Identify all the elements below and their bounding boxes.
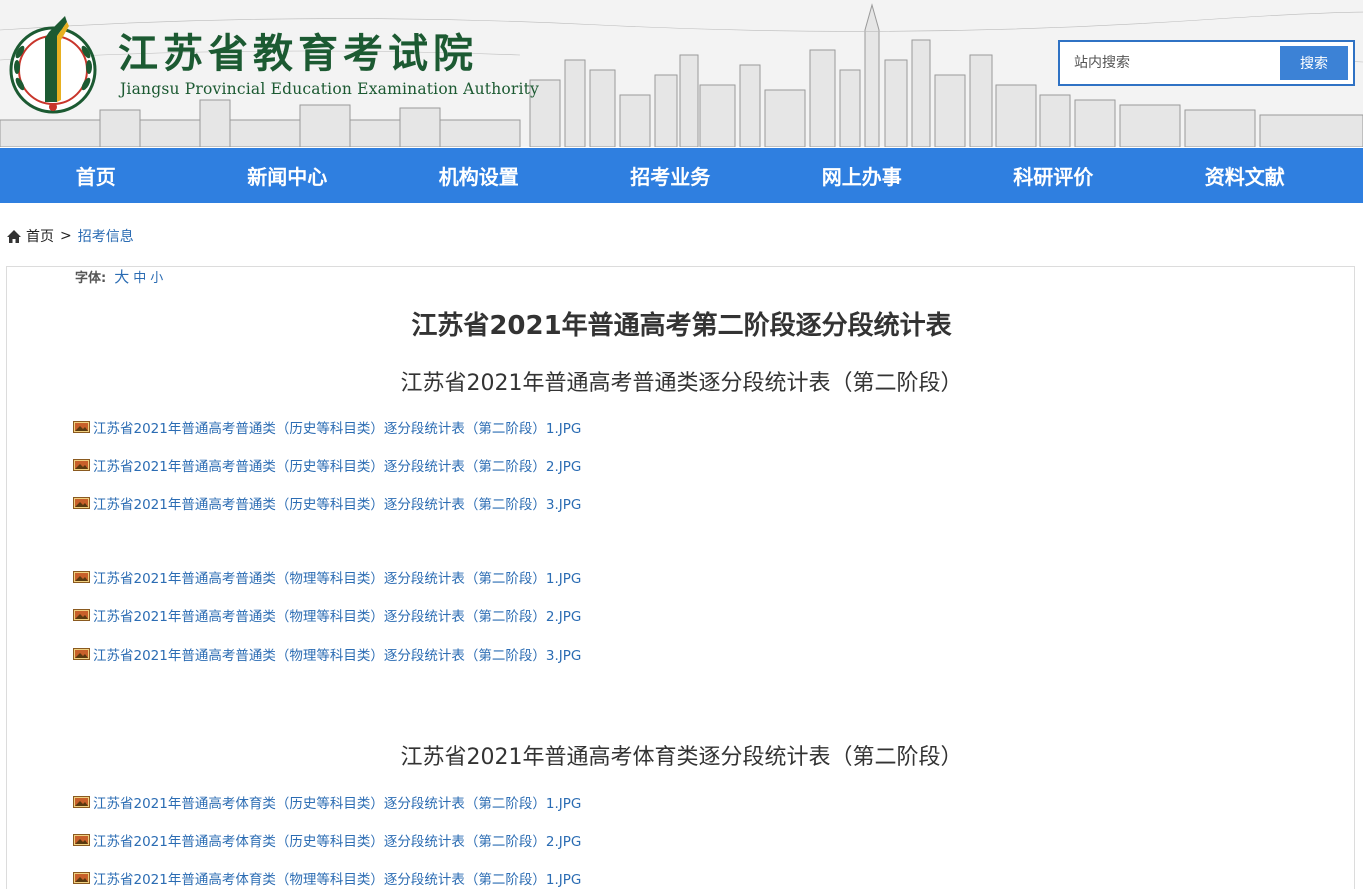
image-file-icon xyxy=(73,872,90,884)
file-link-text: 江苏省2021年普通高考普通类（物理等科目类）逐分段统计表（第二阶段）3.JPG xyxy=(93,648,582,664)
font-size-small[interactable]: 小 xyxy=(150,267,163,286)
file-link-text: 江苏省2021年普通高考体育类（历史等科目类）逐分段统计表（第二阶段）1.JPG xyxy=(93,796,582,812)
section-title: 江苏省2021年普通高考体育类逐分段统计表（第二阶段） xyxy=(400,745,963,770)
search-input[interactable] xyxy=(1064,46,1274,80)
breadcrumb-separator: > xyxy=(60,228,72,244)
search-box: 搜索 xyxy=(1058,40,1355,86)
file-link-text: 江苏省2021年普通高考普通类（历史等科目类）逐分段统计表（第二阶段）2.JPG xyxy=(93,459,582,475)
image-file-icon xyxy=(73,609,90,621)
file-link[interactable]: 江苏省2021年普通高考普通类（历史等科目类）逐分段统计表（第二阶段）3.JPG xyxy=(73,493,581,513)
section-title: 江苏省2021年普通高考普通类逐分段统计表（第二阶段） xyxy=(400,371,963,396)
article-title: 江苏省2021年普通高考第二阶段逐分段统计表 xyxy=(411,311,952,341)
file-link-text: 江苏省2021年普通高考普通类（物理等科目类）逐分段统计表（第二阶段）1.JPG xyxy=(93,571,582,587)
site-name-chinese: 江苏省教育考试院 xyxy=(118,31,478,77)
file-link-text: 江苏省2021年普通高考普通类（历史等科目类）逐分段统计表（第二阶段）1.JPG xyxy=(93,421,582,437)
font-size-switcher: 字体: 大 中 小 xyxy=(75,266,163,287)
article-content: 字体: 大 中 小 江苏省2021年普通高考第二阶段逐分段统计表 江苏省2021… xyxy=(6,266,1355,889)
file-link[interactable]: 江苏省2021年普通高考体育类（历史等科目类）逐分段统计表（第二阶段）2.JPG xyxy=(73,830,581,850)
home-icon xyxy=(7,229,21,243)
image-file-icon xyxy=(73,648,90,660)
nav-item-news[interactable]: 新闻中心 xyxy=(192,148,384,203)
file-link[interactable]: 江苏省2021年普通高考普通类（历史等科目类）逐分段统计表（第二阶段）1.JPG xyxy=(73,417,581,437)
image-file-icon xyxy=(73,834,90,846)
nav-item-research[interactable]: 科研评价 xyxy=(958,148,1150,203)
nav-item-home[interactable]: 首页 xyxy=(0,148,192,203)
nav-item-documents[interactable]: 资料文献 xyxy=(1149,148,1341,203)
font-size-large[interactable]: 大 xyxy=(114,266,129,287)
image-file-icon xyxy=(73,459,90,471)
file-link[interactable]: 江苏省2021年普通高考普通类（物理等科目类）逐分段统计表（第二阶段）1.JPG xyxy=(73,567,581,587)
breadcrumb: 首页 > 招考信息 xyxy=(6,226,134,246)
font-size-medium[interactable]: 中 xyxy=(133,267,146,286)
image-file-icon xyxy=(73,421,90,433)
breadcrumb-current-link[interactable]: 招考信息 xyxy=(78,226,134,246)
jeea-emblem-logo xyxy=(9,16,97,114)
nav-item-online-services[interactable]: 网上办事 xyxy=(766,148,958,203)
file-link-text: 江苏省2021年普通高考体育类（物理等科目类）逐分段统计表（第二阶段）1.JPG xyxy=(93,872,582,888)
nav-item-organization[interactable]: 机构设置 xyxy=(383,148,575,203)
image-file-icon xyxy=(73,571,90,583)
file-link[interactable]: 江苏省2021年普通高考体育类（物理等科目类）逐分段统计表（第二阶段）1.JPG xyxy=(73,868,581,888)
file-link[interactable]: 江苏省2021年普通高考普通类（物理等科目类）逐分段统计表（第二阶段）2.JPG xyxy=(73,605,581,625)
file-link[interactable]: 江苏省2021年普通高考普通类（物理等科目类）逐分段统计表（第二阶段）3.JPG xyxy=(73,644,581,664)
site-name-english: Jiangsu Provincial Education Examination… xyxy=(120,80,540,98)
breadcrumb-home-link[interactable]: 首页 xyxy=(26,226,54,246)
file-link-text: 江苏省2021年普通高考体育类（历史等科目类）逐分段统计表（第二阶段）2.JPG xyxy=(93,834,582,850)
nav-item-admissions[interactable]: 招考业务 xyxy=(575,148,767,203)
image-file-icon xyxy=(73,796,90,808)
file-link-text: 江苏省2021年普通高考普通类（历史等科目类）逐分段统计表（第二阶段）3.JPG xyxy=(93,497,582,513)
file-link[interactable]: 江苏省2021年普通高考普通类（历史等科目类）逐分段统计表（第二阶段）2.JPG xyxy=(73,455,581,475)
file-link-text: 江苏省2021年普通高考普通类（物理等科目类）逐分段统计表（第二阶段）2.JPG xyxy=(93,609,582,625)
search-button[interactable]: 搜索 xyxy=(1280,46,1348,80)
image-file-icon xyxy=(73,497,90,509)
main-nav: 首页 新闻中心 机构设置 招考业务 网上办事 科研评价 资料文献 xyxy=(0,148,1363,203)
file-link[interactable]: 江苏省2021年普通高考体育类（历史等科目类）逐分段统计表（第二阶段）1.JPG xyxy=(73,792,581,812)
site-header: 江苏省教育考试院 Jiangsu Provincial Education Ex… xyxy=(0,0,1363,147)
font-size-label: 字体: xyxy=(75,271,107,286)
